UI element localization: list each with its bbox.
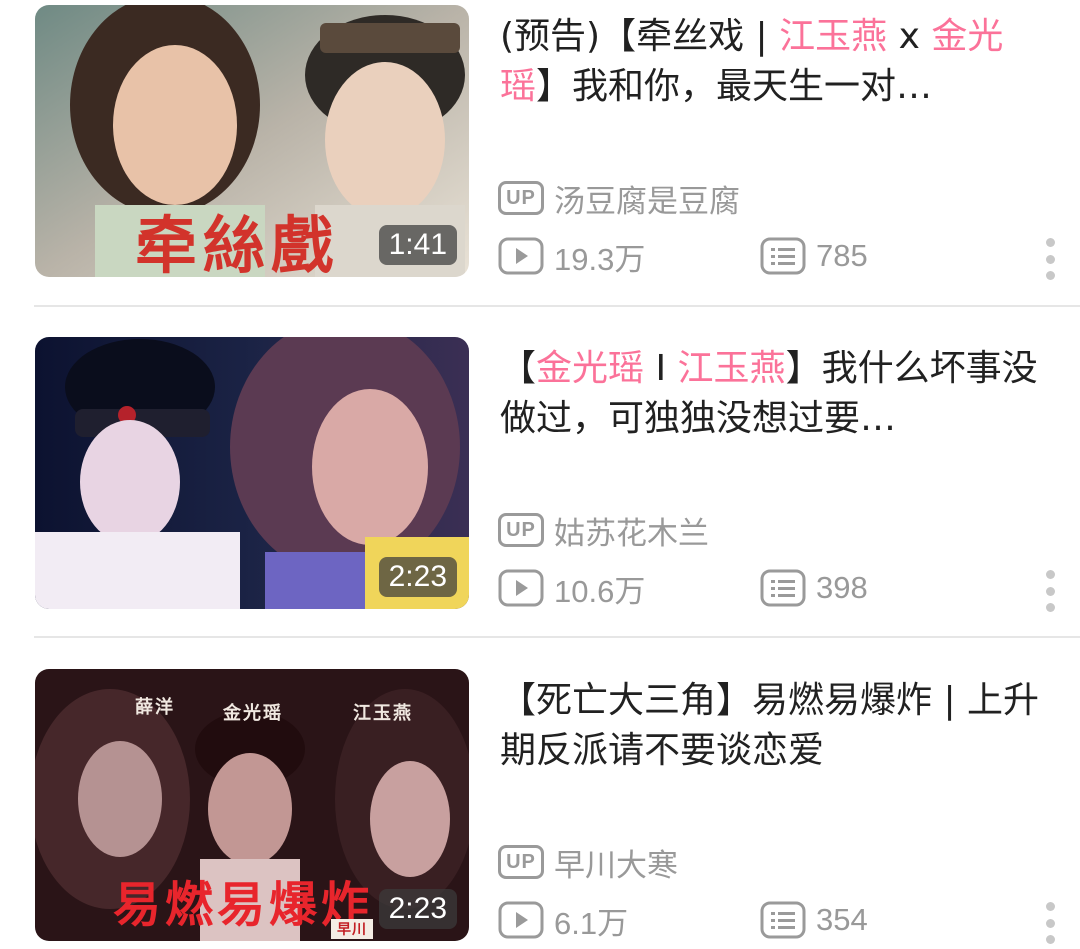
thumbnail-caption: 牵絲戲 <box>135 209 340 277</box>
uploader-row[interactable]: UP 汤豆腐是豆腐 <box>498 176 740 220</box>
title-highlight: 江玉燕 <box>677 348 786 389</box>
danmaku-count-text: 398 <box>816 570 868 605</box>
uploader-row[interactable]: UP 早川大寒 <box>498 840 678 884</box>
up-icon: UP <box>498 845 544 879</box>
divider <box>34 636 1080 638</box>
video-card[interactable]: 2:23 【金光瑶 I 江玉燕】我什么坏事没做过，可独独没想过要… UP 姑苏花… <box>0 332 1080 662</box>
title-text: x <box>887 16 932 57</box>
danmaku-count-text: 785 <box>816 238 868 273</box>
play-icon <box>498 569 544 607</box>
uploader-name: 姑苏花木兰 <box>554 515 709 552</box>
up-icon: UP <box>498 181 544 215</box>
view-count-text: 19.3万 <box>554 241 646 277</box>
uploader-name: 早川大寒 <box>554 847 678 884</box>
thumbnail-badge: 早川 <box>331 919 373 939</box>
stats-row: 19.3万 785 <box>498 232 1058 280</box>
danmaku-icon <box>760 901 806 939</box>
title-highlight: 江玉燕 <box>779 16 888 57</box>
divider <box>34 305 1080 307</box>
duration-badge: 2:23 <box>378 889 457 929</box>
uploader-row[interactable]: UP 姑苏花木兰 <box>498 508 709 552</box>
view-count-text: 6.1万 <box>554 905 629 941</box>
view-count: 19.3万 <box>498 232 645 280</box>
view-count: 10.6万 <box>498 564 645 612</box>
danmaku-icon <box>760 237 806 275</box>
duration-badge: 1:41 <box>378 225 457 265</box>
video-card[interactable]: 薛洋 金光瑶 江玉燕 易燃易爆炸 早川 2:23 【死亡大三角】易燃易爆炸 | … <box>0 664 1080 949</box>
thumbnail-name-1: 薛洋 <box>135 697 175 718</box>
play-icon <box>498 237 544 275</box>
thumbnail-name-3: 江玉燕 <box>353 703 413 724</box>
danmaku-icon <box>760 569 806 607</box>
title-text: 】我和你，最天生一对… <box>536 66 933 107</box>
duration-badge: 2:23 <box>378 557 457 597</box>
video-title[interactable]: 【金光瑶 I 江玉燕】我什么坏事没做过，可独独没想过要… <box>500 344 1040 444</box>
video-card[interactable]: 牵絲戲 1:41 (预告)【牵丝戏 | 江玉燕 x 金光瑶】我和你，最天生一对…… <box>0 0 1080 330</box>
video-list: 牵絲戲 1:41 (预告)【牵丝戏 | 江玉燕 x 金光瑶】我和你，最天生一对…… <box>0 0 1080 949</box>
danmaku-count: 398 <box>760 564 868 612</box>
stats-row: 6.1万 354 <box>498 896 1058 944</box>
view-count-text: 10.6万 <box>554 573 646 609</box>
title-text: I <box>644 348 678 389</box>
play-icon <box>498 901 544 939</box>
danmaku-count-text: 354 <box>816 902 868 937</box>
video-thumbnail[interactable]: 牵絲戲 1:41 <box>35 5 469 277</box>
danmaku-count: 785 <box>760 232 868 280</box>
view-count: 6.1万 <box>498 896 628 944</box>
title-text: 【 <box>500 348 537 389</box>
more-vertical-icon[interactable] <box>1040 570 1060 612</box>
video-title[interactable]: (预告)【牵丝戏 | 江玉燕 x 金光瑶】我和你，最天生一对… <box>500 12 1040 112</box>
up-icon: UP <box>498 513 544 547</box>
title-text: (预告)【牵丝戏 | <box>500 16 780 57</box>
title-text: 【死亡大三角】易燃易爆炸 | 上升期反派请不要谈恋爱 <box>500 680 1040 771</box>
title-highlight: 金光瑶 <box>536 348 645 389</box>
thumbnail-name-2: 金光瑶 <box>223 703 283 724</box>
video-title[interactable]: 【死亡大三角】易燃易爆炸 | 上升期反派请不要谈恋爱 <box>500 676 1040 776</box>
video-thumbnail[interactable]: 2:23 <box>35 337 469 609</box>
more-vertical-icon[interactable] <box>1040 902 1060 944</box>
video-thumbnail[interactable]: 薛洋 金光瑶 江玉燕 易燃易爆炸 早川 2:23 <box>35 669 469 941</box>
danmaku-count: 354 <box>760 896 868 944</box>
more-vertical-icon[interactable] <box>1040 238 1060 280</box>
uploader-name: 汤豆腐是豆腐 <box>554 183 740 220</box>
stats-row: 10.6万 398 <box>498 564 1058 612</box>
